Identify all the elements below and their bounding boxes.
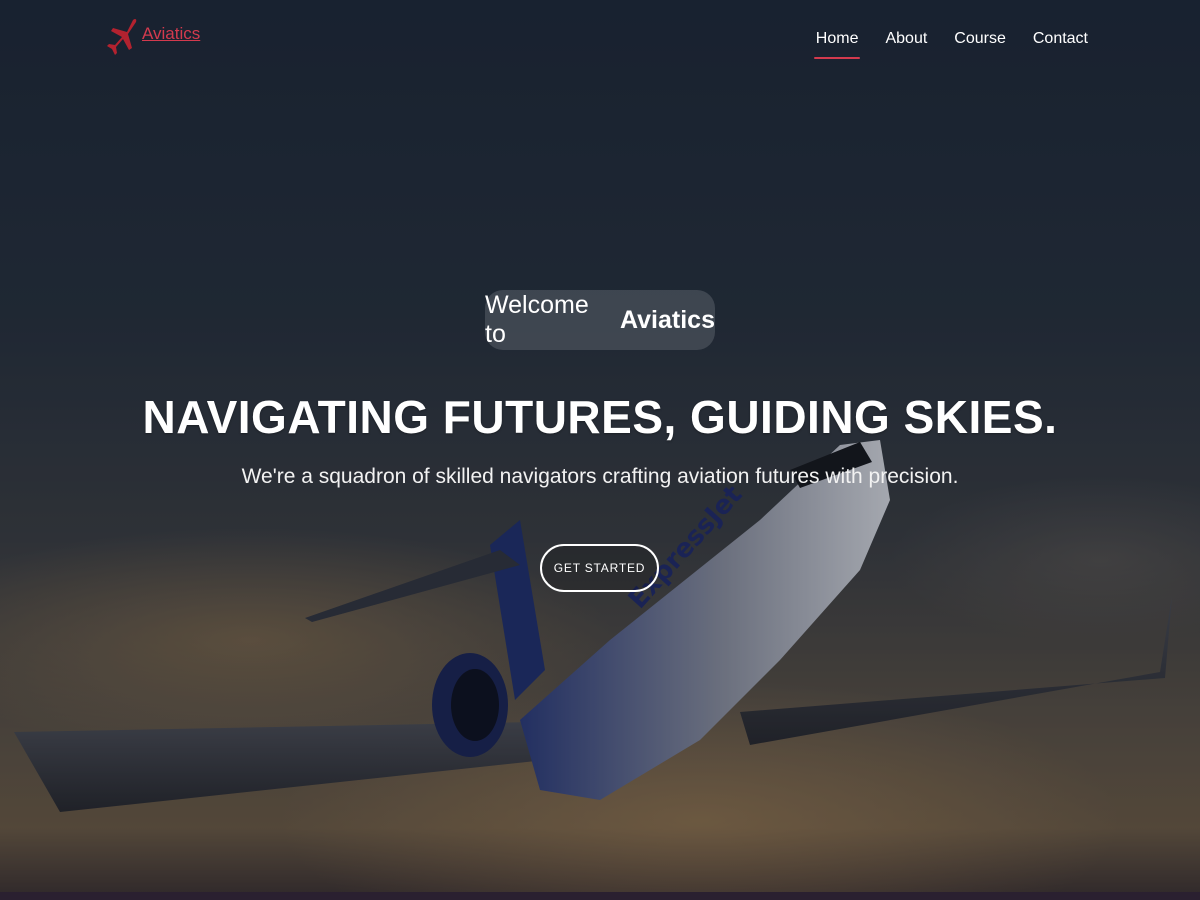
nav-item-contact[interactable]: Contact	[1031, 28, 1090, 58]
welcome-brand: Aviatics	[620, 305, 715, 334]
hero-subheadline: We're a squadron of skilled navigators c…	[241, 465, 959, 488]
get-started-button[interactable]: GET STARTED	[540, 544, 659, 592]
hero-headline: NAVIGATING FUTURES, GUIDING SKIES.	[142, 391, 1058, 443]
airplane-icon	[107, 18, 137, 56]
nav-item-home[interactable]: Home	[813, 28, 861, 59]
bottom-edge-strip	[0, 892, 1200, 900]
brand-name: Aviatics	[142, 24, 201, 43]
brand-logo-link[interactable]: Aviatics	[106, 16, 200, 60]
main-nav: Home About Course Contact	[813, 28, 1090, 59]
welcome-prefix: Welcome to	[485, 291, 589, 348]
hero-dark-overlay	[0, 0, 1200, 900]
nav-item-about[interactable]: About	[883, 28, 929, 58]
hero-section: ExpressJet	[0, 0, 1200, 900]
nav-item-course[interactable]: Course	[952, 28, 1008, 58]
welcome-badge: Welcome to Aviatics	[485, 290, 715, 350]
